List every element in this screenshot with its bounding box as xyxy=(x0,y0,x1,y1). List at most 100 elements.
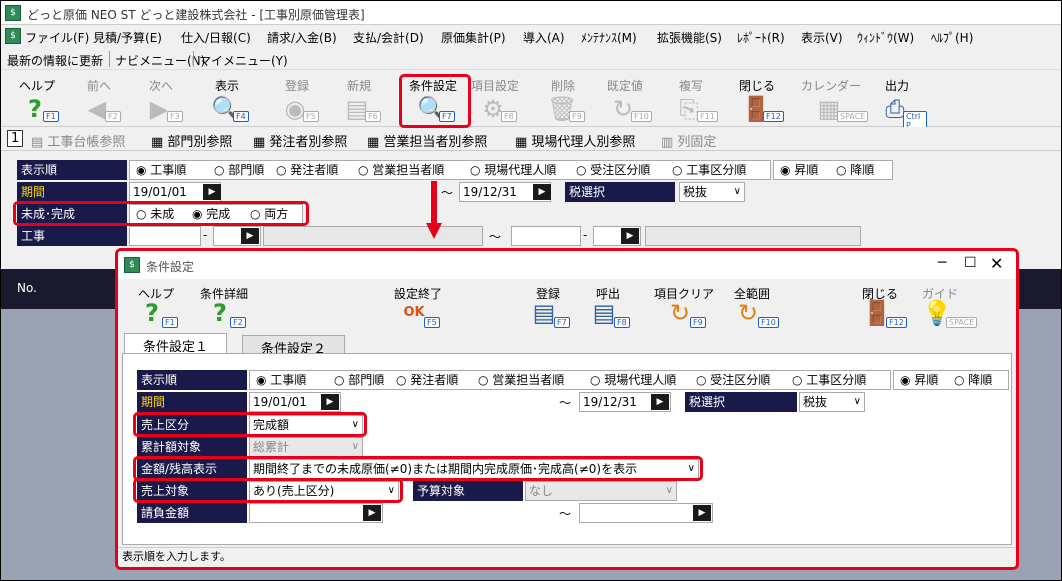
dlg-sort-asc[interactable]: ◉ 昇順 xyxy=(900,371,938,389)
project-to-dash: - xyxy=(583,228,588,242)
dlg-order-site-agent[interactable]: ○ 現場代理人順 xyxy=(590,371,676,389)
toolbar-button-10[interactable]: 複写 ⎘ F11 xyxy=(661,71,721,127)
dialog-toolbar-button-7[interactable]: 閉じる 🚪 F12 xyxy=(850,279,910,331)
sort-desc[interactable]: ○ 降順 xyxy=(836,161,874,179)
menu-payment[interactable]: 支払/会計(D) xyxy=(353,29,424,46)
dlg-order-project[interactable]: ◉ 工事順 xyxy=(256,371,306,389)
toolbar-button-11[interactable]: 閉じる 🚪 F12 xyxy=(727,71,787,127)
site-agent-view-link[interactable]: ▦ 現場代理人別参照 xyxy=(515,131,635,150)
menu-billing[interactable]: 請求/入金(B) xyxy=(267,29,337,46)
order-radio-group[interactable]: ◉ 工事順 ○ 部門順 ○ 発注者順 ○ 営業担当者順 ○ 現場代理人順 ○ 受… xyxy=(129,160,771,180)
contract-to-picker-icon[interactable]: ▶ xyxy=(693,505,711,521)
order-project-div[interactable]: ○ 工事区分順 xyxy=(672,161,746,179)
dlg-order-project-div[interactable]: ○ 工事区分順 xyxy=(792,371,866,389)
dlg-tax-select[interactable]: 税抜 ∨ xyxy=(799,392,865,412)
function-key-badge: F2 xyxy=(230,317,246,328)
maximize-icon[interactable]: ☐ xyxy=(964,255,977,271)
menu-intro[interactable]: 導入(A) xyxy=(523,29,565,46)
project-from-picker-icon[interactable]: ▶ xyxy=(241,228,259,244)
tax-select[interactable]: 税抜 ∨ xyxy=(679,182,745,202)
toolbar-button-9[interactable]: 既定値 ↻ F10 xyxy=(595,71,655,127)
project-to-picker-icon[interactable]: ▶ xyxy=(621,228,639,244)
dlg-period-tilde: ～ xyxy=(559,396,572,410)
menu-window[interactable]: ｳｨﾝﾄﾞｳ(W) xyxy=(857,29,914,46)
order-site-agent[interactable]: ○ 現場代理人順 xyxy=(470,161,556,179)
dialog-toolbar-button-5[interactable]: 項目クリア ↻ F9 xyxy=(654,279,714,331)
menu-help[interactable]: ﾍﾙﾌﾟ(H) xyxy=(931,29,973,46)
toolbar-button-13[interactable]: 出力 ⎙ Ctrl P xyxy=(867,71,927,131)
function-key-badge: F12 xyxy=(763,111,784,122)
menu-report[interactable]: ﾚﾎﾟｰﾄ(R) xyxy=(737,29,785,46)
toolbar-button-3[interactable]: 表示 🔍 F4 xyxy=(197,71,257,127)
toolbar-button-8[interactable]: 削除 🗑 F9 xyxy=(533,71,593,127)
function-key-badge: F6 xyxy=(365,111,381,122)
order-dept[interactable]: ○ 部門順 xyxy=(214,161,264,179)
ledger-view-link[interactable]: ▤ 工事台帳参照 xyxy=(31,131,125,150)
close-icon[interactable]: ✕ xyxy=(990,254,1003,273)
project-to-input[interactable] xyxy=(511,226,581,246)
client-view-link[interactable]: ▦ 発注者別参照 xyxy=(253,131,347,150)
freeze-column-link[interactable]: ▥ 列固定 xyxy=(661,131,716,150)
chevron-down-icon: ∨ xyxy=(853,396,861,407)
period-to-picker-icon[interactable]: ▶ xyxy=(533,184,551,200)
dialog-toolbar-button-6[interactable]: 全範囲 ↻ F10 xyxy=(722,279,782,331)
dept-view-link[interactable]: ▦ 部門別参照 xyxy=(151,131,232,150)
toolbar-button-4[interactable]: 登録 ◉ F5 xyxy=(267,71,327,127)
highlight-sales-target xyxy=(133,478,403,503)
menu-maintenance[interactable]: ﾒﾝﾃﾅﾝｽ(M) xyxy=(581,29,637,46)
toolbar-button-5[interactable]: 新規 ▤ F6 xyxy=(329,71,389,127)
toolbar-button-2[interactable]: 次へ ▶ F3 xyxy=(131,71,191,127)
dialog-toolbar-button-0[interactable]: ヘルプ? F1 xyxy=(126,279,186,331)
order-client[interactable]: ○ 発注者順 xyxy=(276,161,338,179)
toolbar-button-1[interactable]: 前へ ◀ F2 xyxy=(69,71,129,127)
dlg-order-dept[interactable]: ○ 部門順 xyxy=(334,371,384,389)
sort-radio-group[interactable]: ◉ 昇順 ○ 降順 xyxy=(773,160,893,180)
period-from-picker-icon[interactable]: ▶ xyxy=(203,184,221,200)
menu-file[interactable]: ファイル(F) xyxy=(25,29,89,46)
sort-asc[interactable]: ◉ 昇順 xyxy=(780,161,818,179)
menu-view[interactable]: 表示(V) xyxy=(801,29,843,46)
menu-cost[interactable]: 原価集計(P) xyxy=(441,29,506,46)
function-key-badge: F8 xyxy=(501,111,517,122)
tab-condition-2[interactable]: 条件設定２ xyxy=(242,335,346,357)
budget-select: なし ∨ xyxy=(525,481,677,501)
order-order-div[interactable]: ○ 受注区分順 xyxy=(576,161,650,179)
dlg-sort-desc[interactable]: ○ 降順 xyxy=(954,371,992,389)
menu-purchase[interactable]: 仕入/日報(C) xyxy=(181,29,251,46)
minimize-icon[interactable]: ─ xyxy=(938,255,946,271)
dialog-toolbar-button-3[interactable]: 登録 ▤ F7 xyxy=(518,279,578,331)
function-key-badge: F5 xyxy=(424,317,440,328)
navi-menu-link[interactable]: ナビメニュー(N) xyxy=(115,52,205,69)
dialog-toolbar-button-1[interactable]: 条件詳細? F2 xyxy=(194,279,254,331)
dialog-toolbar-button-8[interactable]: ガイド 💡 SPACE xyxy=(910,279,978,331)
dlg-order-order-div[interactable]: ○ 受注区分順 xyxy=(696,371,770,389)
toolbar-button-7[interactable]: 項目設定 ⚙ F8 xyxy=(465,71,525,127)
view-bar: 1 ▤ 工事台帳参照 ▦ 部門別参照 ▦ 発注者別参照 ▦ 営業担当者別参照 ▦… xyxy=(1,127,1061,151)
project-from-input[interactable] xyxy=(129,226,201,246)
app-logo-icon: $ xyxy=(5,5,21,21)
refresh-link[interactable]: 最新の情報に更新 xyxy=(7,52,103,69)
contract-from-picker-icon[interactable]: ▶ xyxy=(363,505,381,521)
dialog-toolbar-button-2[interactable]: 設定終了 OK F5 xyxy=(388,279,448,331)
menu-app-icon[interactable]: $ xyxy=(5,28,21,44)
dlg-period-to-picker-icon[interactable]: ▶ xyxy=(651,394,669,410)
dlg-order-client[interactable]: ○ 発注者順 xyxy=(396,371,458,389)
toolbar-button-12[interactable]: カレンダー ▦ SPACE xyxy=(801,71,869,127)
dlg-sort-radio-group[interactable]: ◉ 昇順 ○ 降順 xyxy=(893,370,1009,390)
tab-condition-1[interactable]: 条件設定１ xyxy=(124,333,228,355)
sales-rep-view-link[interactable]: ▦ 営業担当者別参照 xyxy=(367,131,487,150)
dlg-order-sales-rep[interactable]: ○ 営業担当者順 xyxy=(478,371,564,389)
dialog-app-icon: $ xyxy=(124,257,140,273)
toolbar-button-0[interactable]: ヘルプ? F1 xyxy=(7,71,67,127)
order-sales-rep[interactable]: ○ 営業担当者順 xyxy=(358,161,444,179)
project-from-name xyxy=(263,226,483,246)
function-key-badge: F3 xyxy=(167,111,183,122)
menu-extension[interactable]: 拡張機能(S) xyxy=(657,29,722,46)
my-menu-link[interactable]: マイメニュー(Y) xyxy=(199,52,288,69)
menu-estimate[interactable]: 見積/予算(E) xyxy=(93,29,162,46)
order-project[interactable]: ◉ 工事順 xyxy=(136,161,186,179)
dlg-period-from-picker-icon[interactable]: ▶ xyxy=(321,394,339,410)
function-key-badge: F9 xyxy=(569,111,585,122)
dialog-toolbar-button-4[interactable]: 呼出 ▤ F8 xyxy=(578,279,638,331)
dlg-order-radio-group[interactable]: ◉ 工事順 ○ 部門順 ○ 発注者順 ○ 営業担当者順 ○ 現場代理人順 ○ 受… xyxy=(249,370,891,390)
